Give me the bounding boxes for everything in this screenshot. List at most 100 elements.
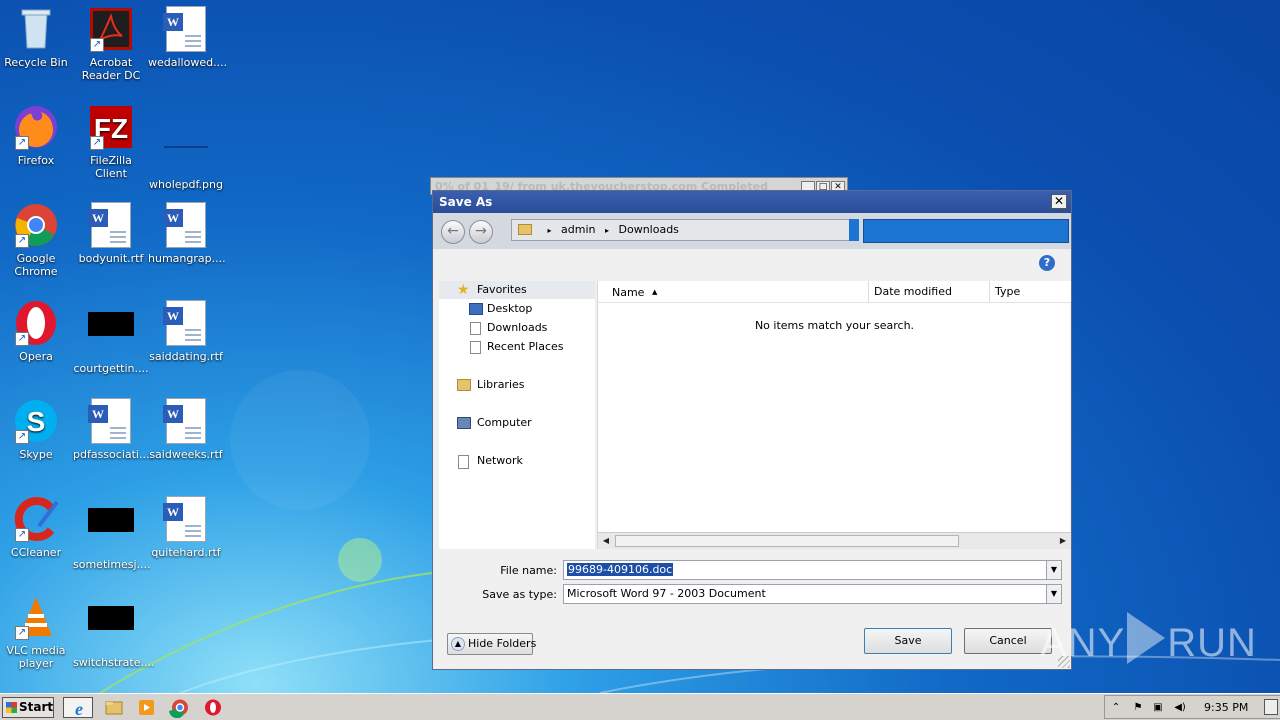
desktop-icon-label: saidweeks.rtf: [149, 448, 223, 461]
desktop-icon-label: courtgettin....: [73, 362, 149, 375]
nav-item-favorites[interactable]: ★ Favorites: [439, 281, 595, 299]
nav-item-label: Network: [477, 454, 523, 467]
taskbar: Start e ⌃ ⚑ ▣ ◀) 9:35 PM: [0, 693, 1280, 720]
column-header-type[interactable]: Type: [990, 281, 1071, 303]
shortcut-arrow-icon: ↗: [90, 136, 104, 150]
word-doc-icon: W: [163, 6, 209, 52]
nav-item-computer[interactable]: Computer: [439, 414, 595, 432]
chevron-down-icon[interactable]: ▼: [1046, 560, 1062, 580]
desktop-icon-recycle-bin[interactable]: Recycle Bin: [0, 6, 74, 69]
nav-item-label: Libraries: [477, 378, 525, 391]
nav-item-recent-places[interactable]: Recent Places: [439, 338, 595, 356]
desktop-icon-humangrap[interactable]: W humangrap....: [148, 202, 226, 265]
firefox-icon: ↗: [13, 104, 59, 150]
show-desktop-button[interactable]: [1264, 699, 1278, 715]
file-name-row: File name: 99689-409106.doc ▼: [433, 560, 1071, 582]
taskbar-opera[interactable]: [198, 697, 228, 718]
help-button[interactable]: ?: [1039, 255, 1055, 271]
play-icon: [1127, 612, 1166, 664]
hide-folders-button[interactable]: ▲ Hide Folders: [447, 633, 536, 655]
breadcrumb-admin[interactable]: admin: [561, 223, 595, 236]
action-center-flag-icon[interactable]: ⚑: [1131, 701, 1145, 715]
address-bar[interactable]: ▸ admin ▸ Downloads: [511, 219, 851, 241]
scroll-right-icon[interactable]: ▶: [1055, 533, 1071, 549]
desktop-icon-courtgettin[interactable]: courtgettin....: [73, 300, 149, 375]
shortcut-arrow-icon: ↗: [15, 332, 29, 346]
desktop-icon-label: wedallowed....: [148, 56, 228, 69]
nav-item-network[interactable]: Network: [439, 452, 595, 470]
taskbar-explorer[interactable]: [99, 697, 129, 718]
desktop-icon-sometimesj[interactable]: sometimesj....: [73, 496, 151, 571]
chevron-up-icon[interactable]: ⌃: [1109, 701, 1123, 715]
start-label: Start: [19, 700, 54, 714]
desktop-icon-chrome[interactable]: ↗ Google Chrome: [0, 202, 74, 278]
desktop-icon-wedallowed[interactable]: W wedallowed....: [148, 6, 228, 69]
desktop-icon-label: humangrap....: [148, 252, 226, 265]
anyrun-watermark: ANY RUN: [1040, 612, 1256, 666]
ccleaner-icon: ↗: [13, 496, 59, 542]
desktop-icon-acrobat[interactable]: ↗ Acrobat Reader DC: [73, 6, 149, 82]
scroll-left-icon[interactable]: ◀: [598, 533, 614, 549]
desktop-icon-saiddating[interactable]: W saiddating.rtf: [148, 300, 224, 363]
desktop-icon-label: bodyunit.rtf: [78, 252, 144, 265]
taskbar-chrome[interactable]: [165, 697, 195, 719]
desktop-icon-switchstrate[interactable]: switchstrate....: [73, 594, 155, 669]
horizontal-scrollbar[interactable]: ◀ ▶: [598, 532, 1071, 549]
desktop-icon-opera[interactable]: ↗ Opera: [0, 300, 74, 363]
desktop-icon-bodyunit[interactable]: W bodyunit.rtf: [73, 202, 149, 265]
dialog-title-bar[interactable]: Save As ✕: [433, 191, 1071, 213]
desktop-icon-label: saiddating.rtf: [149, 350, 223, 363]
column-header-label: Type: [995, 285, 1021, 298]
save-as-type-select[interactable]: Microsoft Word 97 - 2003 Document: [563, 584, 1047, 604]
taskbar-media-player[interactable]: [132, 697, 162, 718]
volume-icon[interactable]: ◀): [1173, 701, 1187, 715]
chevron-up-icon: ▲: [451, 637, 465, 651]
desktop-icon-wholepdf[interactable]: wholepdf.png: [148, 104, 224, 191]
desktop-icon-quitehard[interactable]: W quitehard.rtf: [148, 496, 224, 559]
start-button[interactable]: Start: [2, 697, 54, 718]
folder-icon: [518, 224, 532, 235]
desktop-icon-label: Acrobat Reader DC: [81, 56, 141, 82]
column-header-label: Date modified: [874, 285, 952, 298]
dialog-title: Save As: [439, 195, 493, 209]
nav-item-downloads[interactable]: Downloads: [439, 319, 595, 337]
taskbar-internet-explorer[interactable]: e: [63, 697, 93, 719]
cancel-button[interactable]: Cancel: [964, 628, 1052, 654]
file-name-label: File name:: [500, 564, 557, 577]
nav-item-label: Recent Places: [487, 340, 564, 353]
search-input[interactable]: [863, 219, 1069, 243]
save-button[interactable]: Save: [864, 628, 952, 654]
desktop-icon-label: Google Chrome: [14, 252, 58, 278]
breadcrumb-downloads[interactable]: Downloads: [619, 223, 679, 236]
desktop-icon-skype[interactable]: S ↗ Skype: [0, 398, 74, 461]
network-icon[interactable]: ▣: [1151, 701, 1165, 715]
desktop-icon-pdfassociati[interactable]: W pdfassociati....: [73, 398, 153, 461]
desktop-icon-vlc[interactable]: ↗ VLC media player: [0, 594, 74, 670]
nav-item-desktop[interactable]: Desktop: [439, 300, 595, 318]
desktop-icon-filezilla[interactable]: FZ ↗ FileZilla Client: [73, 104, 149, 180]
nav-item-libraries[interactable]: Libraries: [439, 376, 595, 394]
empty-list-message: No items match your search.: [754, 319, 915, 332]
recycle-bin-icon: [13, 6, 59, 52]
acrobat-icon: ↗: [88, 6, 134, 52]
recent-places-icon: [470, 341, 481, 354]
sort-ascending-icon: ▲: [651, 288, 658, 296]
desktop-icon-label: Recycle Bin: [4, 56, 68, 69]
desktop-icon-ccleaner[interactable]: ↗ CCleaner: [0, 496, 74, 559]
address-refresh-button[interactable]: [849, 219, 859, 241]
chevron-down-icon[interactable]: ▼: [1046, 584, 1062, 604]
column-header-name[interactable]: Name ▲: [598, 281, 869, 303]
file-name-input[interactable]: 99689-409106.doc: [563, 560, 1047, 580]
back-button[interactable]: ←: [441, 220, 465, 244]
desktop-icon-saidweeks[interactable]: W saidweeks.rtf: [148, 398, 224, 461]
column-header-date-modified[interactable]: Date modified: [869, 281, 990, 303]
desktop-icon: [469, 303, 483, 315]
clock[interactable]: 9:35 PM: [1204, 701, 1248, 714]
dialog-close-button[interactable]: ✕: [1051, 194, 1067, 209]
chrome-icon: [169, 699, 188, 719]
forward-button[interactable]: →: [469, 220, 493, 244]
desktop-icon-label: FileZilla Client: [90, 154, 132, 180]
shortcut-arrow-icon: ↗: [15, 430, 29, 444]
desktop-icon-firefox[interactable]: ↗ Firefox: [0, 104, 74, 167]
scrollbar-thumb[interactable]: [615, 535, 959, 547]
